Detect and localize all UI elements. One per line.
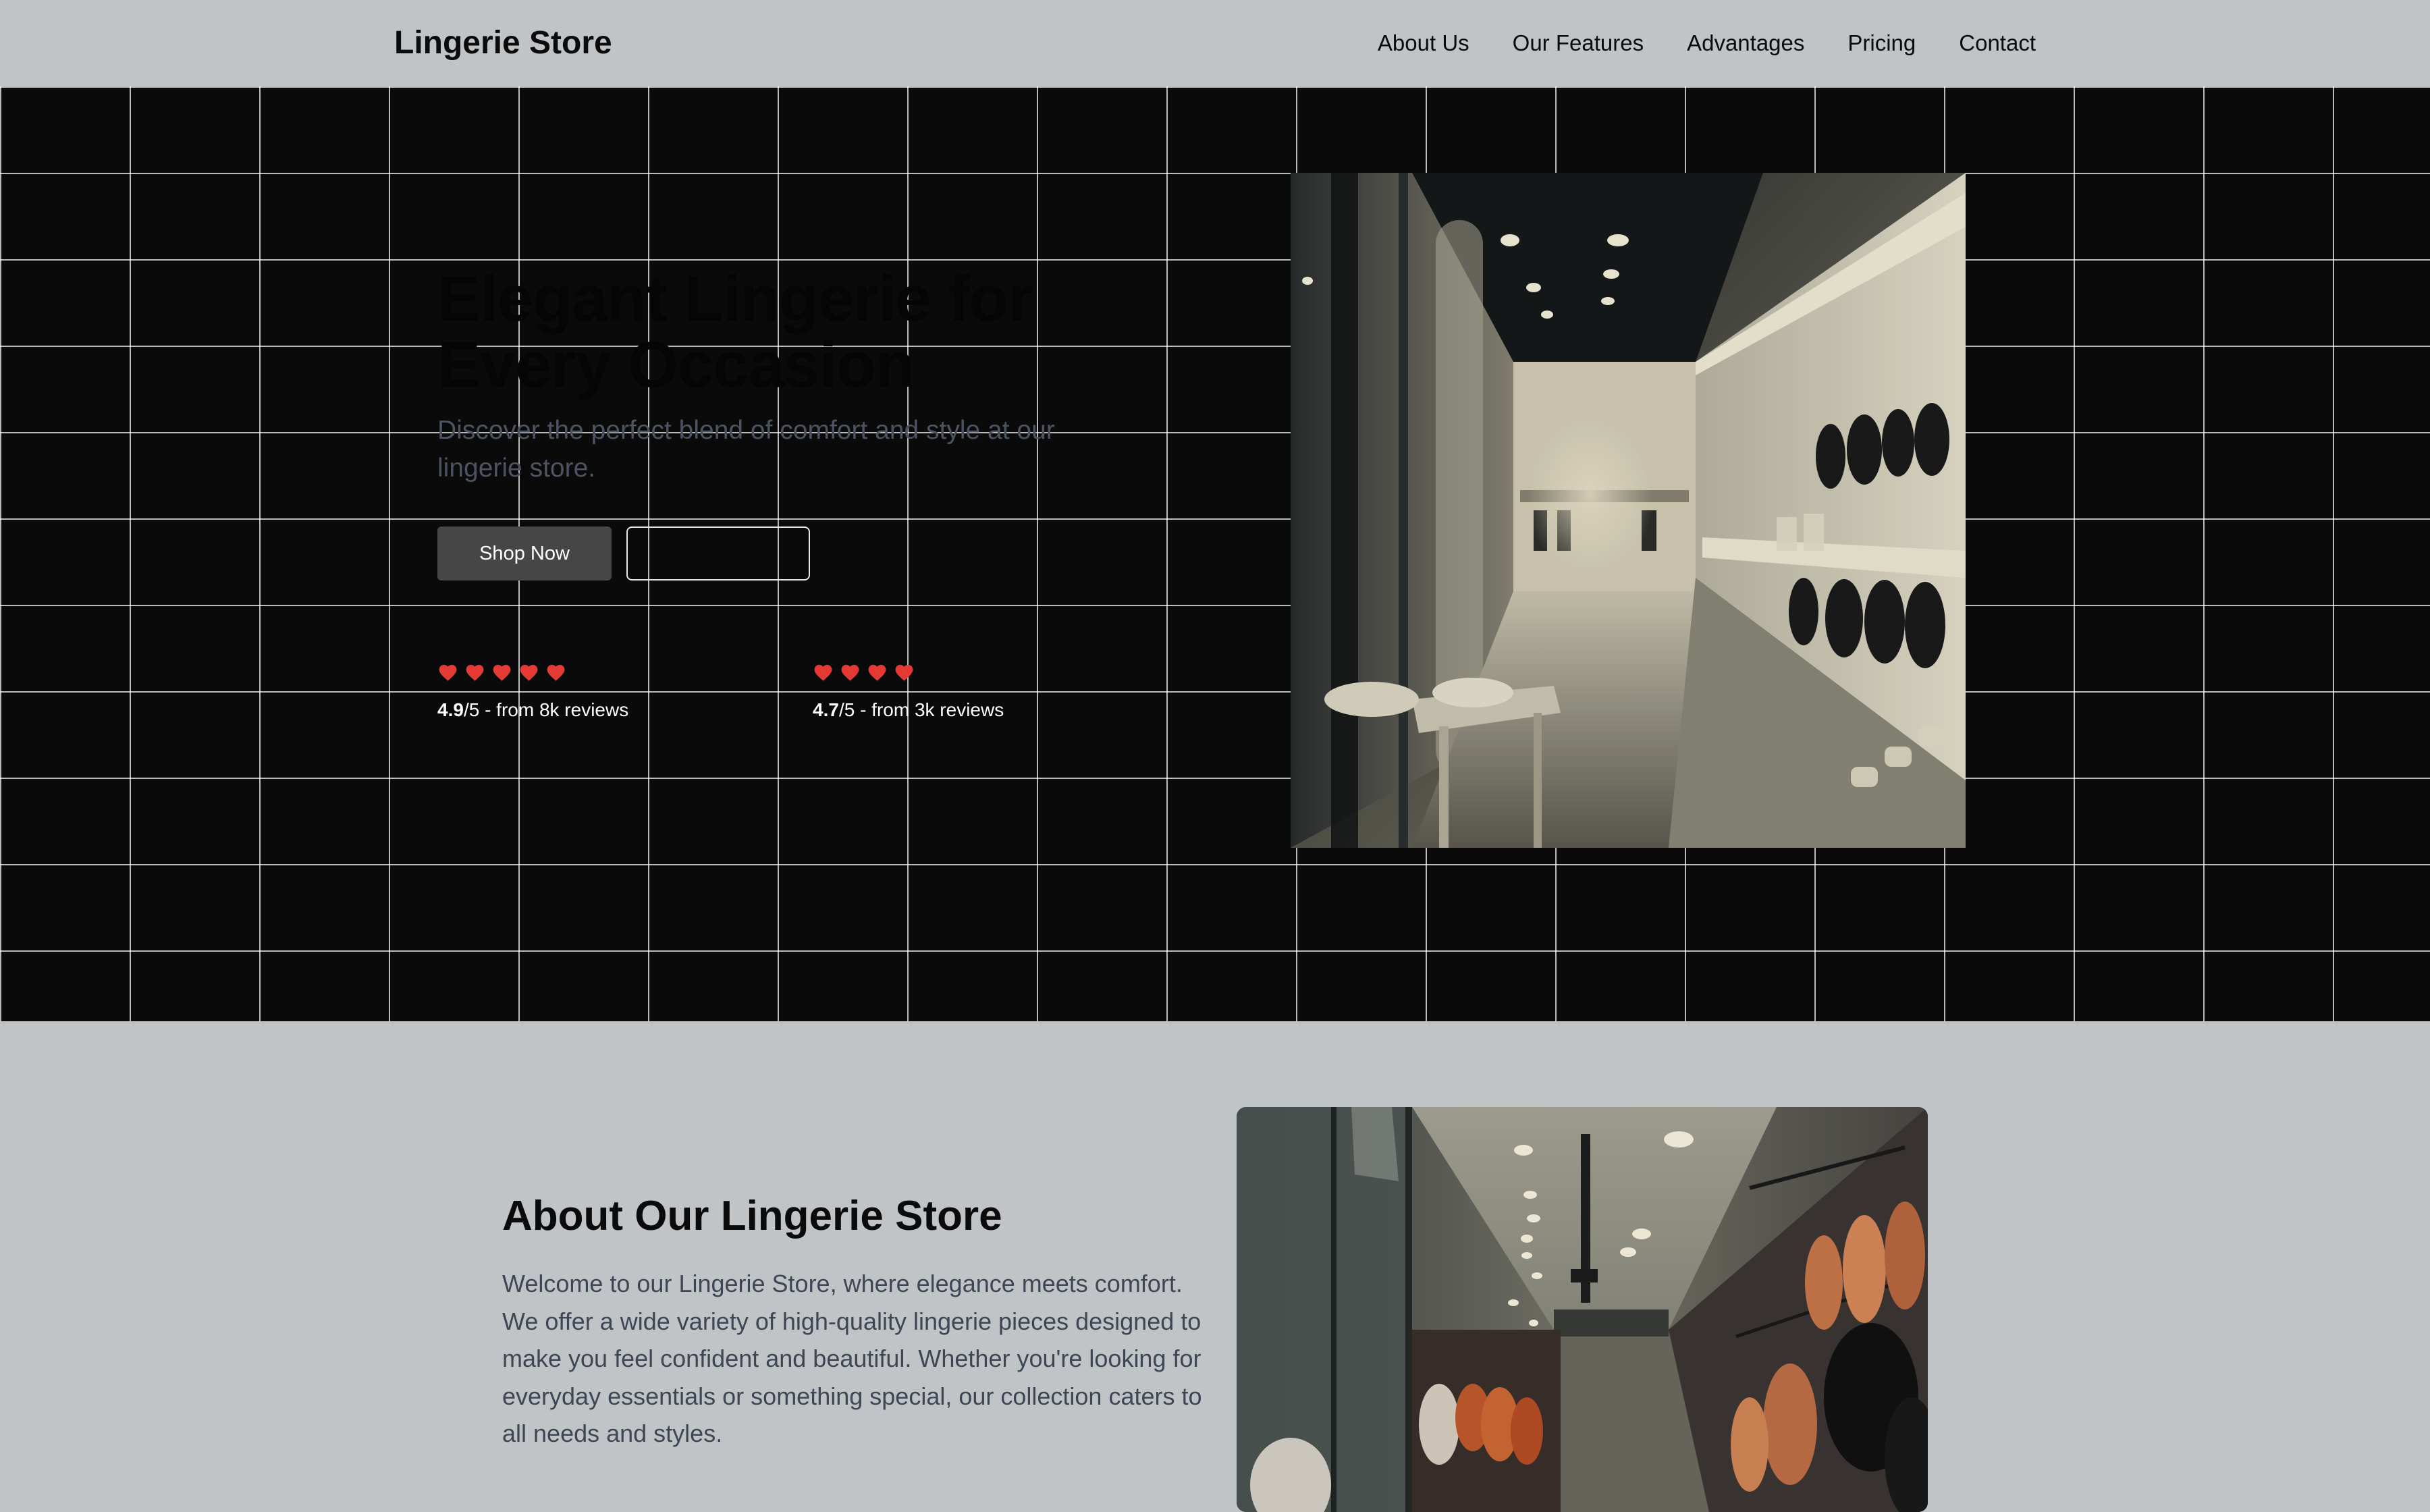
heart-icon (466, 664, 484, 681)
rating-block: 4.7/5 - from 3k reviews (813, 659, 1004, 722)
hero-title: Elegant Lingerie for Every Occasion (437, 263, 1033, 401)
rating-score: 4.7 (813, 699, 839, 720)
rating-score: 4.9 (437, 699, 464, 720)
rating-text: 4.9/5 - from 8k reviews (437, 698, 628, 722)
nav-pricing[interactable]: Pricing (1847, 27, 1916, 59)
about-title: About Our Lingerie Store (502, 1193, 1002, 1239)
heart-icon (547, 664, 565, 681)
rating-text: 4.7/5 - from 3k reviews (813, 698, 1004, 722)
shop-now-button[interactable]: Shop Now (437, 526, 612, 580)
main-nav: About Us Our Features Advantages Pricing… (1378, 27, 2036, 59)
rating-block: 4.9/5 - from 8k reviews (437, 659, 628, 722)
heart-icon (895, 664, 913, 681)
heart-icon (814, 664, 832, 681)
about-description: Welcome to our Lingerie Store, where ele… (502, 1270, 1202, 1447)
rating-suffix: /5 - from 8k reviews (463, 699, 629, 720)
heart-icon (868, 664, 886, 681)
nav-contact[interactable]: Contact (1959, 27, 2036, 59)
heart-rating (813, 659, 1004, 686)
secondary-outline-button[interactable] (626, 526, 810, 580)
store-interior-image (1291, 173, 1966, 848)
hero-subtitle: Discover the perfect blend of comfort an… (437, 416, 1055, 483)
nav-about-us[interactable]: About Us (1378, 27, 1469, 59)
heart-rating (437, 659, 628, 686)
hero-section: Elegant Lingerie for Every Occasion Disc… (0, 86, 2430, 1021)
store-interior-photo (1291, 173, 1966, 848)
heart-icon (520, 664, 538, 681)
brand-logo[interactable]: Lingerie Store (394, 24, 612, 62)
heart-icon (439, 664, 457, 681)
nav-our-features[interactable]: Our Features (1513, 27, 1644, 59)
boutique-interior-photo (1237, 1107, 1928, 1512)
heart-icon (841, 664, 859, 681)
site-header: Lingerie Store About Us Our Features Adv… (0, 0, 2430, 86)
heart-icon (493, 664, 511, 681)
boutique-interior-image (1237, 1107, 1928, 1512)
rating-suffix: /5 - from 3k reviews (838, 699, 1004, 720)
nav-advantages[interactable]: Advantages (1687, 27, 1804, 59)
